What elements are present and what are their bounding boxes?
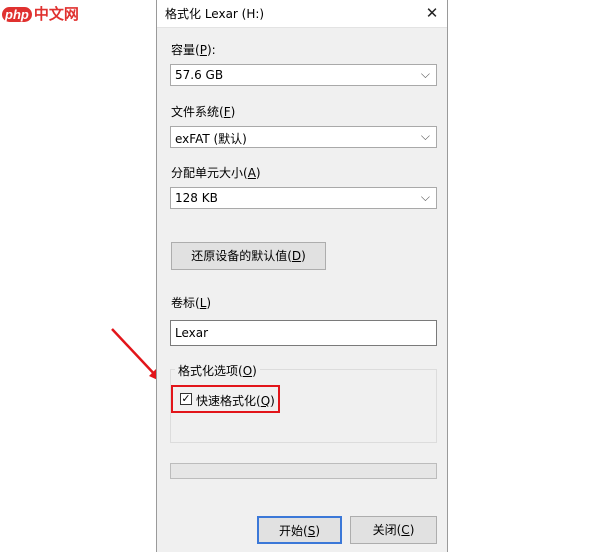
chevron-down-icon: ⌵ (420, 190, 430, 204)
format-dialog: 格式化 Lexar (H:) ✕ 容量(P): 57.6 GB ⌵ 文件系统(F… (156, 0, 448, 552)
alloc-size-label: 分配单元大小(A) (171, 166, 261, 180)
capacity-label: 容量(P): (171, 43, 216, 57)
site-watermark: php 中文网 (2, 3, 79, 24)
watermark-php: php (2, 7, 32, 22)
quick-format-checkbox-row[interactable]: ✓ 快速格式化(Q) (171, 385, 280, 413)
quick-format-label: 快速格式化(Q) (196, 394, 275, 408)
title-bar: 格式化 Lexar (H:) ✕ (157, 0, 447, 28)
format-options-label: 格式化选项(O) (175, 362, 260, 379)
filesystem-value: exFAT (默认) (175, 132, 247, 146)
chevron-down-icon: ⌵ (420, 67, 430, 81)
close-button[interactable]: 关闭(C) (350, 516, 437, 544)
chevron-down-icon: ⌵ (420, 129, 430, 143)
capacity-select[interactable]: 57.6 GB ⌵ (170, 64, 437, 86)
alloc-size-select[interactable]: 128 KB ⌵ (170, 187, 437, 209)
volume-label-input[interactable] (170, 320, 437, 346)
watermark-site-name: 中文网 (33, 6, 79, 23)
capacity-value: 57.6 GB (175, 68, 224, 82)
start-button[interactable]: 开始(S) (257, 516, 342, 544)
dialog-title: 格式化 Lexar (H:) (165, 7, 265, 21)
filesystem-label: 文件系统(F) (171, 105, 236, 119)
quick-format-checkbox[interactable]: ✓ (180, 393, 192, 405)
close-icon[interactable]: ✕ (421, 2, 443, 24)
filesystem-select[interactable]: exFAT (默认) ⌵ (170, 126, 437, 148)
restore-defaults-button[interactable]: 还原设备的默认值(D) (171, 242, 326, 270)
volume-label-label: 卷标(L) (171, 296, 212, 310)
format-progress-bar (170, 463, 437, 479)
alloc-size-value: 128 KB (175, 191, 218, 205)
